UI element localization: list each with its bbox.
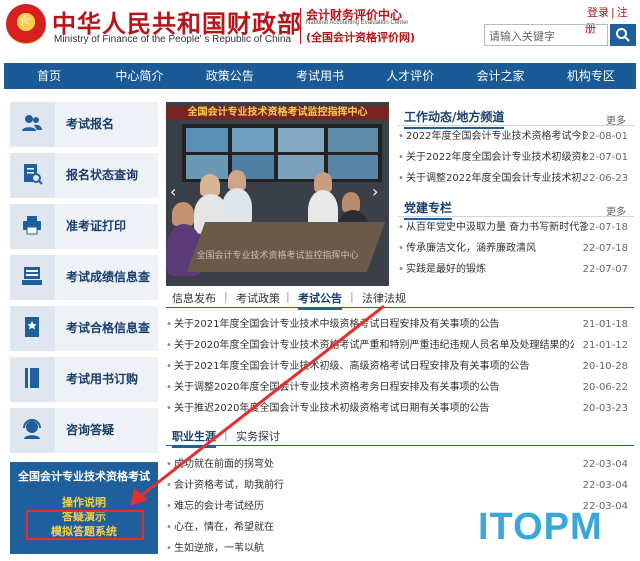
- tab-laws[interactable]: 法律法规: [362, 290, 406, 306]
- tab-exam-notice[interactable]: 考试公告: [298, 290, 342, 310]
- more-link[interactable]: 更多: [606, 112, 626, 127]
- list-item[interactable]: •关于2022年度全国会计专业技术初级资格考...22-07-01: [398, 147, 634, 168]
- document-search-icon: [21, 163, 43, 185]
- photo-caption: 全国会计专业技术资格考试监控指挥中心: [196, 251, 359, 261]
- list-item[interactable]: • 关于2020年度全国会计专业技术资格考试严重和特别严重违纪违规人员名单及处理结…: [166, 335, 634, 356]
- tab-practice[interactable]: 实务探讨: [236, 428, 280, 444]
- site-header: 中华人民共和国财政部 Ministry of Finance of the Pe…: [0, 0, 640, 60]
- more-link[interactable]: 更多: [606, 203, 626, 218]
- nav-home[interactable]: 首页: [4, 63, 94, 89]
- nav-accountant-home[interactable]: 会计之家: [455, 63, 545, 89]
- section-header: 工作动态/地方频道 更多: [398, 106, 634, 129]
- career-tabs: 职业生涯 | 实务探讨: [166, 424, 634, 448]
- sidebar-item-registration[interactable]: 考试报名: [10, 102, 158, 147]
- national-emblem-icon: [6, 4, 46, 44]
- nav-books[interactable]: 考试用书: [275, 63, 365, 89]
- headset-icon: [21, 418, 43, 440]
- sidebar-item-book-order[interactable]: 考试用书订购: [10, 357, 158, 402]
- list-item[interactable]: • 会计资格考试，助我前行 22-03-04: [166, 475, 634, 496]
- center-name-en: National Accounting Evaluation Center: [306, 20, 409, 26]
- slider-prev-arrow-icon[interactable]: ‹: [170, 182, 176, 201]
- list-item[interactable]: • 从百年党史中汲取力量 奋力书写新时代答卷 22-07-18: [398, 217, 634, 238]
- users-icon: [21, 112, 43, 134]
- slider-next-arrow-icon[interactable]: ›: [372, 182, 378, 201]
- list-item[interactable]: • 关于推迟2020年度全国会计专业技术初级资格考试日期有关事项的公告 20-03-…: [166, 398, 634, 419]
- photo-banner: 全国会计专业技术资格考试监控指挥中心: [166, 106, 389, 120]
- list-item[interactable]: • 传承廉洁文化，涵养廉政清风 22-07-18: [398, 238, 634, 259]
- search-button[interactable]: [610, 24, 636, 46]
- printer-icon: [21, 214, 43, 236]
- tab-exam-policy[interactable]: 考试政策: [236, 290, 280, 306]
- section-header: 党建专栏 更多: [398, 197, 634, 220]
- promo-title: 全国会计专业技术资格考试: [18, 470, 150, 483]
- list-item[interactable]: • 关于调整2020年度全国会计专业技术资格考务日程安排及有关事项的公告 20-06…: [166, 377, 634, 398]
- search-input[interactable]: 请输入关键字: [484, 24, 608, 46]
- keyboard-icon: [21, 265, 43, 287]
- sidebar-item-pass-query[interactable]: 考试合格信息查询: [10, 306, 158, 380]
- sidebar-item-consulting[interactable]: 咨询答疑: [10, 408, 158, 453]
- mock-exam-highlight-box: [26, 510, 144, 540]
- tab-info-release[interactable]: 信息发布: [172, 290, 216, 306]
- notice-list: • 关于2021年度全国会计专业技术中级资格考试日程安排及有关事项的公告 21-01…: [166, 314, 634, 419]
- header-divider: [300, 8, 301, 44]
- list-item[interactable]: • 实践是最好的锻炼 22-07-07: [398, 259, 634, 280]
- nav-policy[interactable]: 政策公告: [185, 63, 275, 89]
- watermark-logo: ITOPM: [478, 506, 603, 548]
- login-link[interactable]: 登录: [587, 6, 609, 19]
- sidebar-item-label: 考试报名: [66, 117, 115, 131]
- certificate-icon: [21, 316, 43, 338]
- list-item[interactable]: • 成功就在前面的拐弯处 22-03-04: [166, 454, 634, 475]
- list-item[interactable]: •2022年度全国会计专业技术资格考试今日开考22-08-01: [398, 126, 634, 147]
- exam-promo-panel: 全国会计专业技术资格考试 操作说明 答疑演示 模拟答题系统: [10, 462, 158, 554]
- sidebar-item-label: 准考证打印: [66, 219, 127, 233]
- search-icon: [616, 28, 630, 42]
- sidebar-item-admission-print[interactable]: 准考证打印: [10, 204, 158, 249]
- list-item[interactable]: •关于调整2022年度全国会计专业技术初、高...22-06-23: [398, 168, 634, 189]
- sidebar-item-score-query[interactable]: 考试成绩信息查询: [10, 255, 158, 329]
- main-nav: 首页 中心简介 政策公告 考试用书 人才评价 会计之家 机构专区: [4, 63, 636, 89]
- sidebar-item-label: 报名状态查询: [66, 168, 139, 182]
- nav-institutions[interactable]: 机构专区: [546, 63, 636, 89]
- tab-career[interactable]: 职业生涯: [172, 428, 216, 448]
- news-photo-slider[interactable]: 全国会计专业技术资格考试监控指挥中心 ‹ › 全国会计专业技术资格考试监控指挥中…: [166, 102, 389, 286]
- list-item[interactable]: • 关于2021年度全国会计专业技术中级资格考试日程安排及有关事项的公告 21-01…: [166, 314, 634, 335]
- book-icon: [21, 367, 43, 389]
- sidebar-item-label: 考试用书订购: [66, 372, 139, 386]
- sidebar-item-status-query[interactable]: 报名状态查询: [10, 153, 158, 198]
- site-title-en: Ministry of Finance of the People' s Rep…: [54, 34, 292, 45]
- center-subtitle: (全国会计资格评价网): [306, 31, 416, 44]
- info-tabs: 信息发布 | 考试政策 | 考试公告 | 法律法规: [166, 286, 634, 310]
- news-column: 工作动态/地方频道 更多 •2022年度全国会计专业技术资格考试今日开考22-0…: [398, 106, 634, 280]
- service-sidebar: 考试报名 报名状态查询 准考证打印 考试成绩信息查询 考试合格信息查询 考试用书…: [10, 102, 158, 459]
- list-item[interactable]: • 关于2021年度全国会计专业技术初级、高级资格考试日程安排及有关事项的公告 20…: [166, 356, 634, 377]
- sidebar-item-label: 咨询答疑: [66, 423, 115, 437]
- nav-about[interactable]: 中心简介: [94, 63, 184, 89]
- nav-talent[interactable]: 人才评价: [365, 63, 455, 89]
